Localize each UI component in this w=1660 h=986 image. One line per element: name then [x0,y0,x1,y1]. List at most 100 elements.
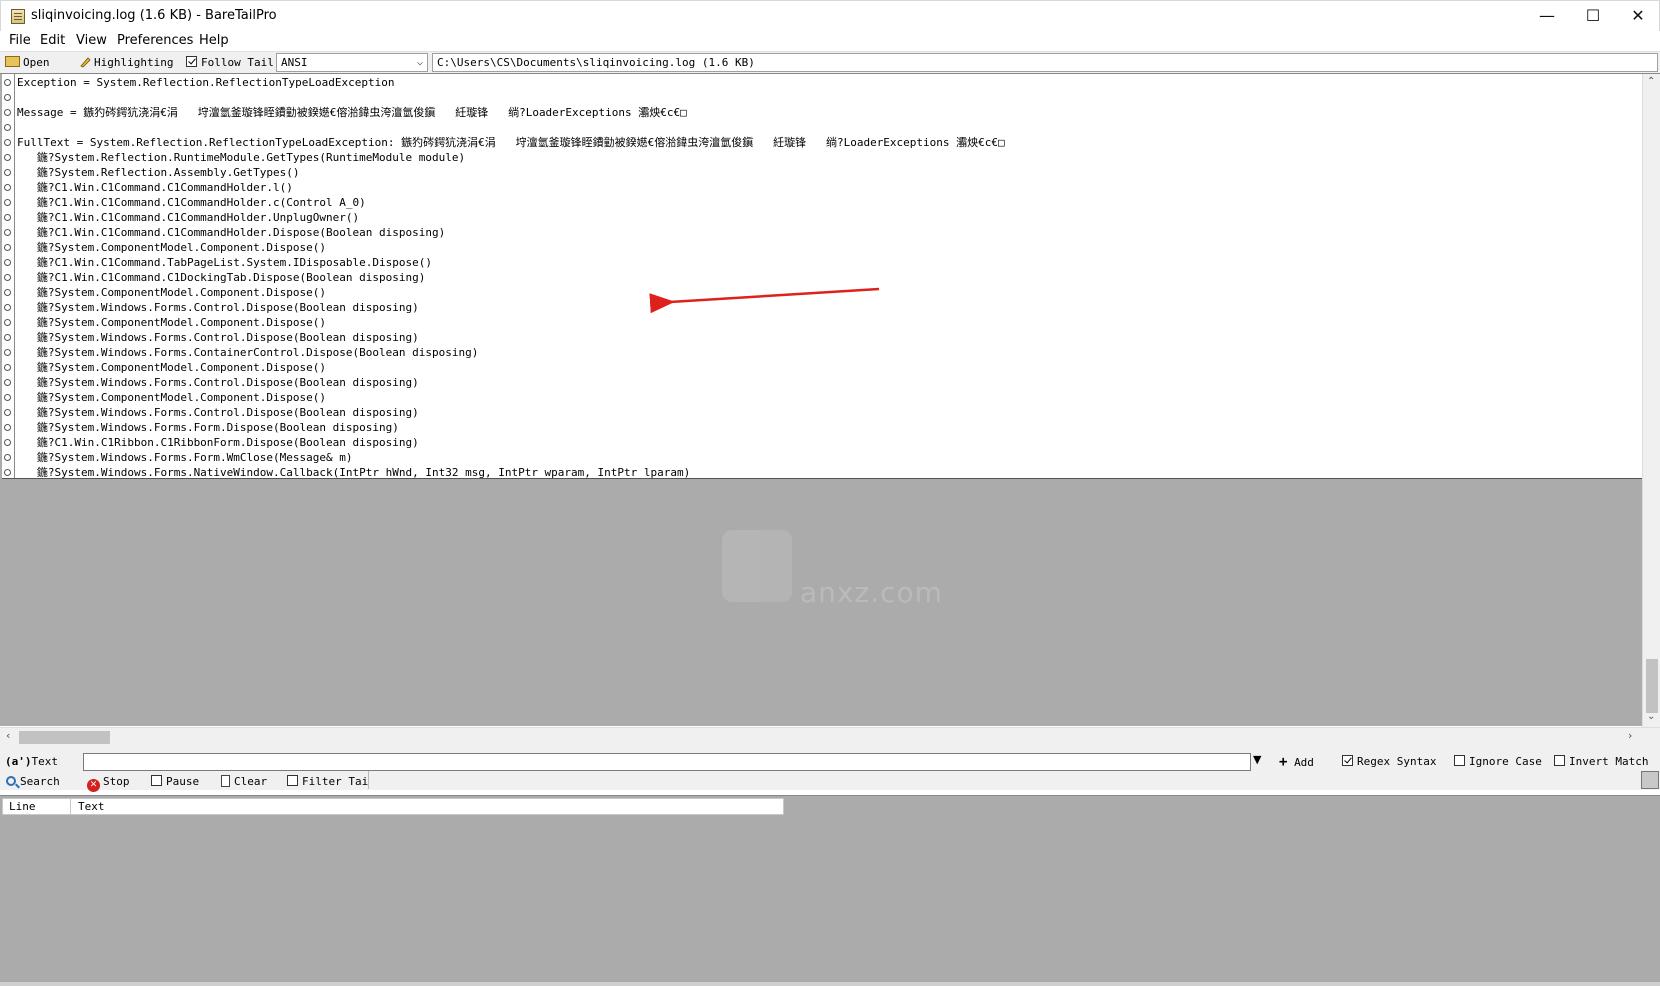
scroll-up-icon[interactable]: ⌃ [1647,76,1655,87]
log-line[interactable]: 鍦?System.Windows.Forms.ContainerControl.… [17,345,478,360]
pause-checkbox[interactable] [151,775,162,786]
file-path-field[interactable]: C:\Users\CS\Documents\sliqinvoicing.log … [432,53,1658,72]
menu-file[interactable]: File [9,33,31,48]
open-label: Open [23,56,50,69]
log-line[interactable]: 鍦?System.ComponentModel.Component.Dispos… [17,285,326,300]
add-button[interactable]: + Add [1279,754,1314,771]
menu-preferences[interactable]: Preferences [117,33,193,48]
encoding-select[interactable]: ANSI ⌵ [276,53,428,72]
highlighting-label: Highlighting [94,56,174,69]
document-icon [221,775,230,787]
app-icon [11,9,25,24]
close-button[interactable]: ✕ [1615,1,1660,32]
filter-tail-toggle[interactable]: Filter Tail [287,774,375,790]
log-line[interactable]: Message = 鏃犳硶鍔犺浇涓€涓 垨澶氫釜璇锋眰鐨勭被鍨嬨€傛湁鍏虫洿澶氫… [17,105,687,120]
column-header-text[interactable]: Text [78,799,105,814]
invert-match-checkbox[interactable] [1554,755,1565,766]
stop-icon: ✕ [87,779,100,792]
log-line[interactable]: 鍦?System.ComponentModel.Component.Dispos… [17,315,326,330]
highlighter-icon [80,57,91,68]
maximize-button[interactable]: ☐ [1570,1,1616,32]
text-label: Text [31,755,59,768]
log-line[interactable]: 鍦?C1.Win.C1Ribbon.C1RibbonForm.Dispose(B… [17,435,419,450]
toolbar: Open Highlighting Follow Tail ANSI ⌵ C:\… [0,51,1660,73]
vertical-scroll-thumb[interactable] [1646,659,1658,713]
ignore-case-checkbox[interactable] [1454,755,1465,766]
filter-field[interactable] [368,771,1642,789]
resize-grip-button[interactable] [1641,771,1659,789]
horizontal-scrollbar[interactable]: ‹ › [0,727,1660,745]
filter-tail-label: Filter Tail [302,775,375,788]
folder-open-icon [5,56,20,67]
log-line[interactable]: 鍦?C1.Win.C1Command.C1CommandHolder.Unplu… [17,210,359,225]
filter-tail-checkbox[interactable] [287,775,298,786]
plus-icon: + [1279,754,1288,770]
scroll-down-icon[interactable]: ⌄ [1647,711,1655,722]
log-line[interactable]: Exception = System.Reflection.Reflection… [17,75,395,90]
log-line[interactable]: 鍦?System.Reflection.Assembly.GetTypes() [17,165,300,180]
log-line[interactable]: 鍦?System.Windows.Forms.Form.Dispose(Bool… [17,420,399,435]
open-button[interactable]: Open [5,54,50,72]
log-line[interactable]: 鍦?System.ComponentModel.Component.Dispos… [17,240,326,255]
log-line[interactable]: FullText = System.Reflection.ReflectionT… [17,135,1005,150]
search-icon [6,776,16,786]
search-button[interactable]: Search [6,774,60,790]
chevron-down-icon: ⌵ [416,57,423,68]
results-panel[interactable]: Line Text [0,795,1660,986]
log-line[interactable]: 鍦?System.Windows.Forms.Control.Dispose(B… [17,405,419,420]
text-mode-icon: (a') [5,755,32,768]
search-panel: (a')Text ▼ + Add Regex Syntax Ignore Cas… [0,744,1660,792]
ignore-case-toggle[interactable]: Ignore Case [1454,754,1542,770]
log-line[interactable]: 鍦?System.ComponentModel.Component.Dispos… [17,390,326,405]
log-line[interactable]: 鍦?System.Windows.Forms.NativeWindow.Call… [17,465,690,478]
search-label: Search [20,775,60,788]
pause-label: Pause [166,775,200,788]
pause-toggle[interactable]: Pause [151,774,199,790]
highlighting-button[interactable]: Highlighting [79,54,173,72]
stop-label: Stop [103,775,130,788]
follow-tail-toggle[interactable]: Follow Tail [186,54,274,72]
log-line[interactable]: 鍦?C1.Win.C1Command.C1DockingTab.Dispose(… [17,270,426,285]
window-bottom-border [0,982,1660,986]
watermark-text: anxz.com [800,576,943,609]
log-line[interactable]: 鍦?C1.Win.C1Command.C1CommandHolder.l() [17,180,293,195]
log-line[interactable]: 鍦?System.ComponentModel.Component.Dispos… [17,360,326,375]
log-line[interactable]: 鍦?System.Windows.Forms.Form.WmClose(Mess… [17,450,353,465]
shield-icon [722,530,792,602]
vertical-scrollbar[interactable]: ⌃ ⌄ [1642,74,1660,727]
results-header: Line Text [2,798,784,815]
window-title: sliqinvoicing.log (1.6 KB) - BareTailPro [31,8,277,23]
log-line[interactable]: 鍦?C1.Win.C1Command.C1CommandHolder.Dispo… [17,225,445,240]
minimize-button[interactable]: — [1524,1,1570,32]
log-line[interactable]: 鍦?System.Reflection.RuntimeModule.GetTyp… [17,150,465,165]
scroll-right-icon[interactable]: › [1628,729,1632,742]
encoding-value: ANSI [281,56,308,69]
log-line[interactable]: 鍦?System.Windows.Forms.Control.Dispose(B… [17,375,419,390]
menu-help[interactable]: Help [199,33,229,48]
chevron-down-icon[interactable]: ▼ [1253,753,1261,766]
log-content[interactable]: Exception = System.Reflection.Reflection… [2,74,1642,479]
invert-match-toggle[interactable]: Invert Match [1554,754,1648,770]
log-line[interactable]: 鍦?C1.Win.C1Command.TabPageList.System.ID… [17,255,432,270]
menu-view[interactable]: View [76,33,107,48]
clear-button[interactable]: Clear [221,774,267,790]
log-view[interactable]: Exception = System.Reflection.Reflection… [0,73,1660,745]
regex-syntax-checkbox[interactable] [1342,755,1353,766]
follow-tail-checkbox[interactable] [186,56,197,67]
stop-button[interactable]: ✕ Stop [87,774,130,792]
search-text-input[interactable] [83,753,1251,771]
column-header-line[interactable]: Line [9,799,71,814]
scroll-left-icon[interactable]: ‹ [6,729,10,742]
log-line[interactable]: 鍦?System.Windows.Forms.Control.Dispose(B… [17,330,419,345]
regex-syntax-toggle[interactable]: Regex Syntax [1342,754,1436,770]
title-bar: sliqinvoicing.log (1.6 KB) - BareTailPro… [0,0,1660,31]
follow-tail-label: Follow Tail [201,56,274,69]
log-line[interactable]: 鍦?System.Windows.Forms.Control.Dispose(B… [17,300,419,315]
menu-edit[interactable]: Edit [40,33,65,48]
clear-label: Clear [234,775,268,788]
menu-bar: File Edit View Preferences Help [0,31,1660,51]
watermark-logo: anxz.com [720,522,943,612]
horizontal-scroll-thumb[interactable] [19,731,110,744]
add-label: Add [1294,756,1314,769]
log-line[interactable]: 鍦?C1.Win.C1Command.C1CommandHolder.c(Con… [17,195,366,210]
